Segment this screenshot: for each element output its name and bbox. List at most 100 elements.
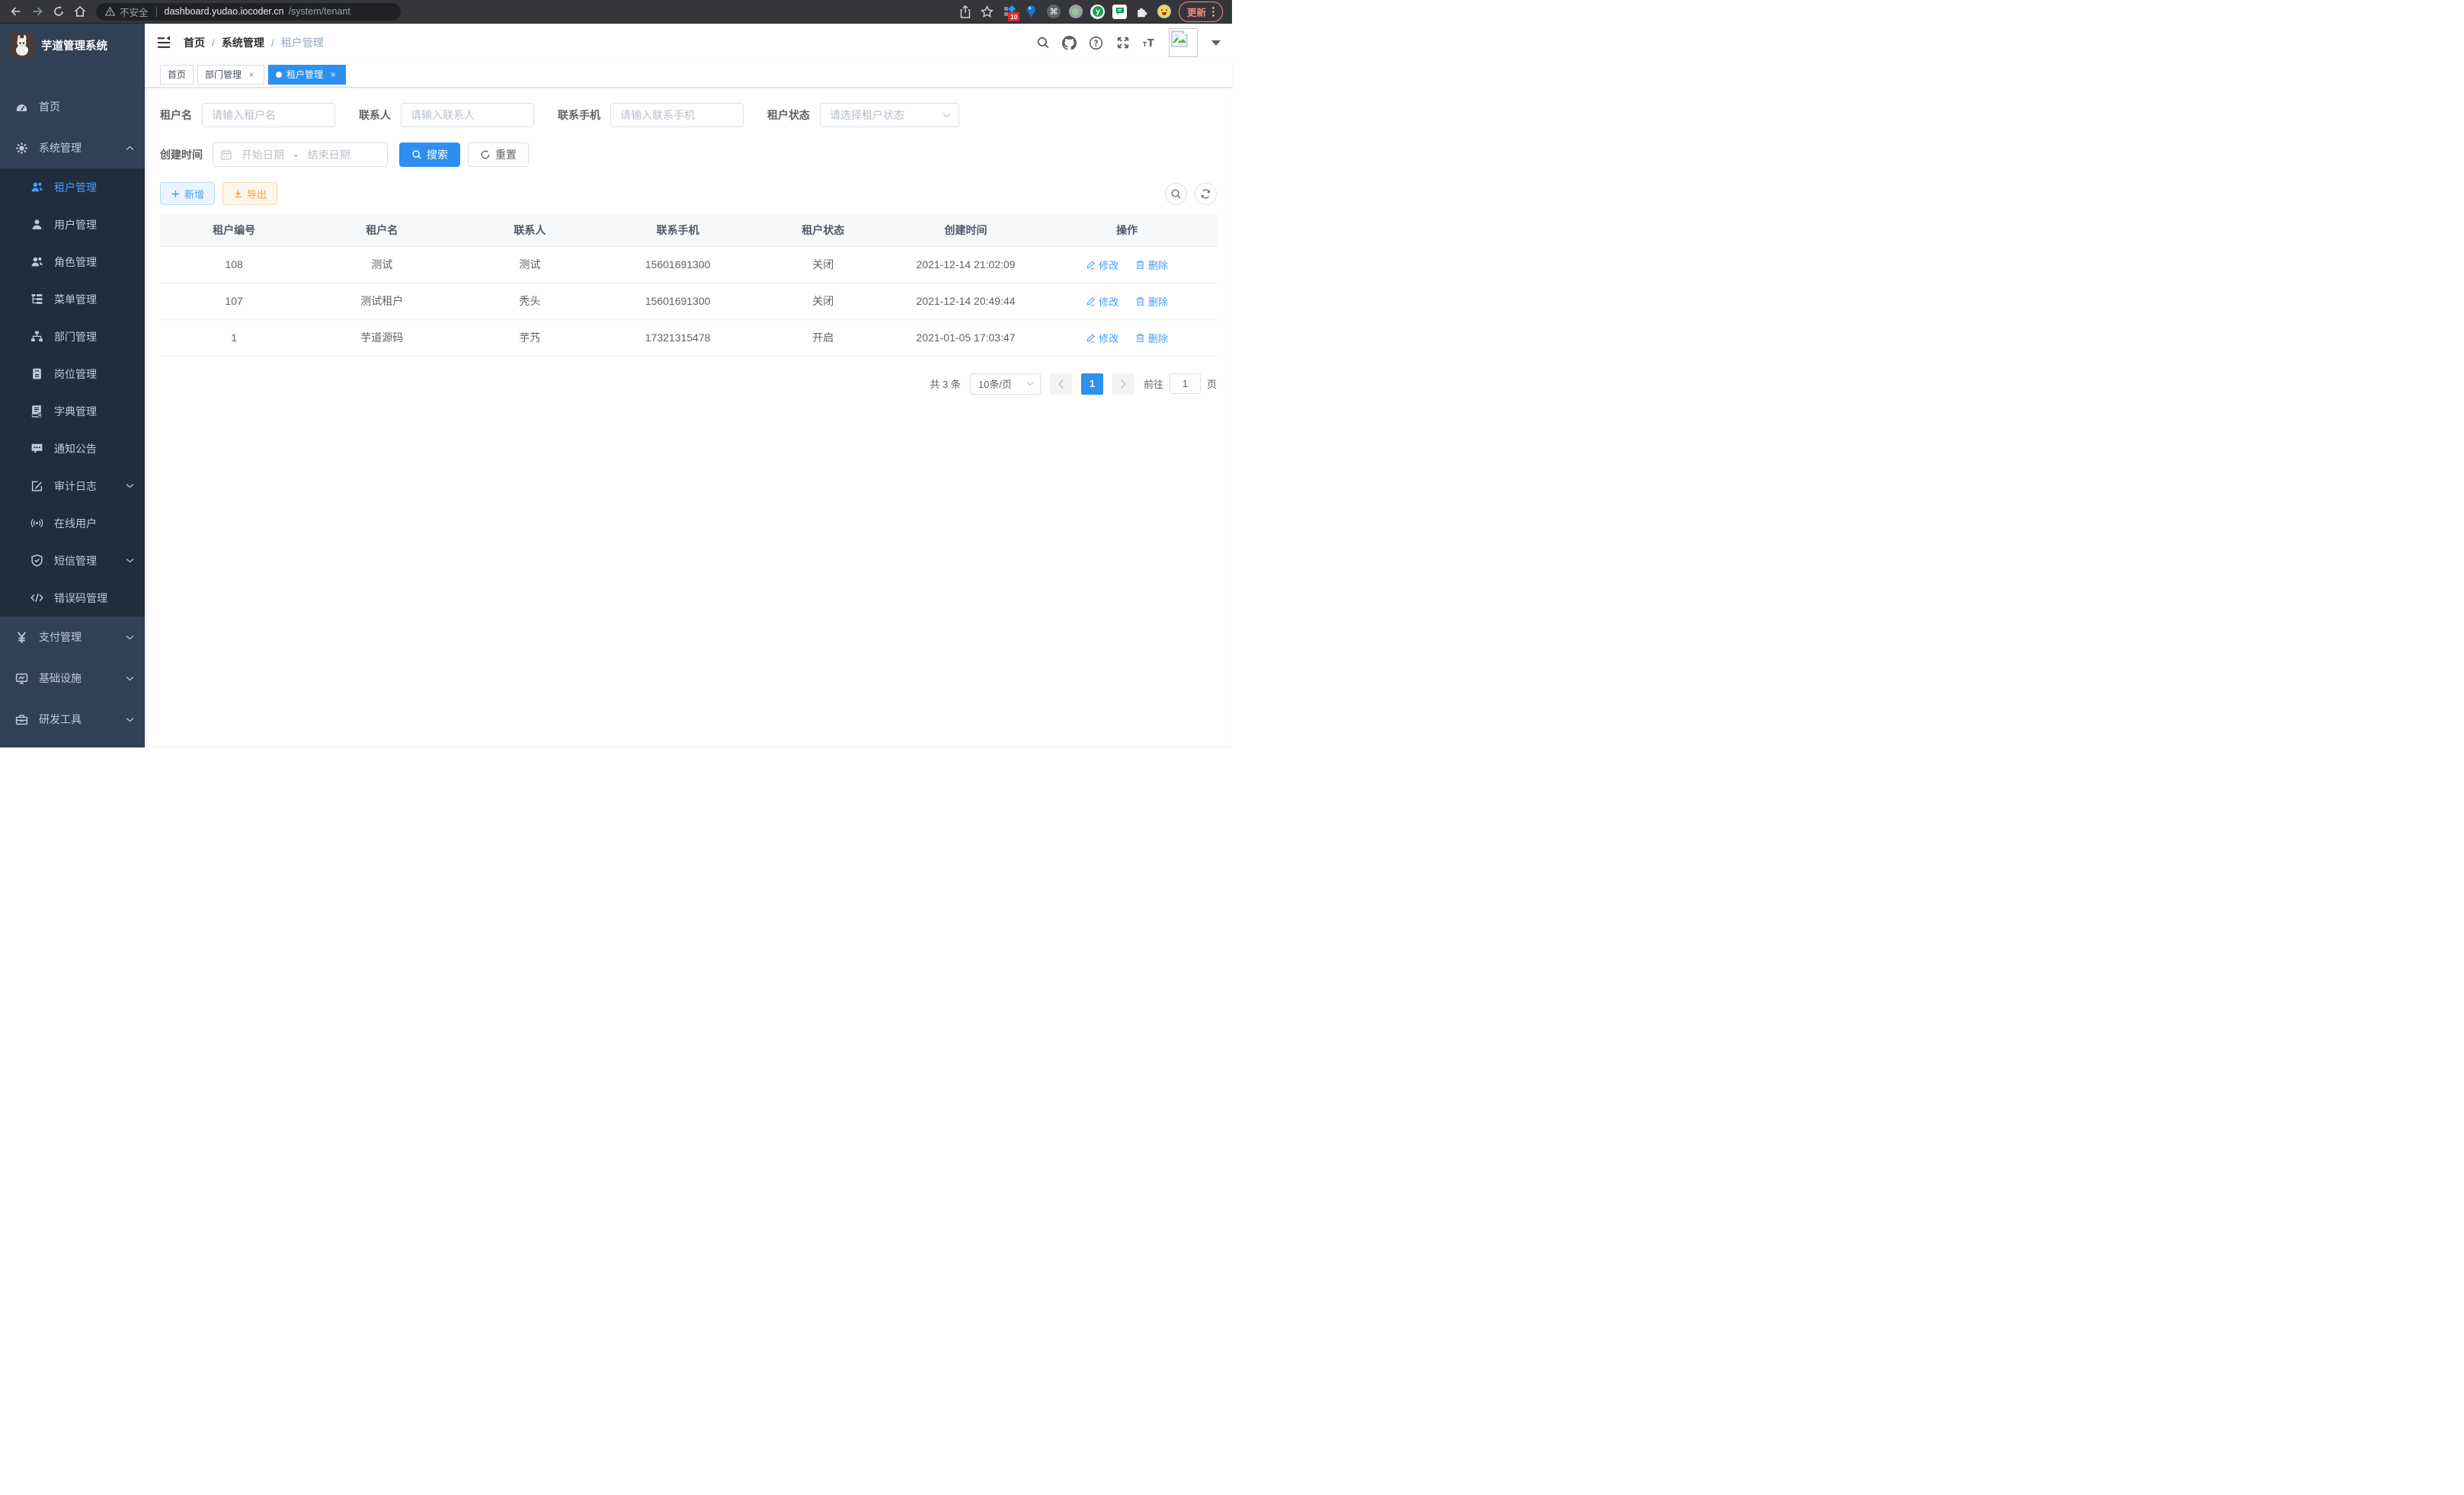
sidebar-item-dict[interactable]: 字典管理 (0, 392, 145, 430)
status-select[interactable]: 请选择租户状态 (820, 103, 959, 127)
browser-home-button[interactable] (70, 2, 90, 21)
gear-icon (15, 142, 28, 155)
delete-link[interactable]: 删除 (1135, 331, 1168, 345)
tenant-name-input[interactable] (202, 103, 335, 127)
browser-menu-kebab-icon[interactable] (1212, 7, 1214, 17)
chevron-down-icon (126, 483, 134, 488)
sidebar-item-notice[interactable]: 通知公告 (0, 430, 145, 467)
github-icon[interactable] (1062, 36, 1077, 50)
col-status: 租户状态 (752, 214, 894, 246)
active-tab-dot (276, 72, 282, 78)
security-label[interactable]: 不安全 (120, 5, 149, 19)
browser-reload-button[interactable] (49, 2, 69, 21)
browser-update-button[interactable]: 更新 (1179, 2, 1223, 22)
tab-dept[interactable]: 部门管理 × (197, 65, 264, 85)
search-button[interactable]: 搜索 (399, 142, 460, 167)
sidebar-item-error-code[interactable]: 错误码管理 (0, 579, 145, 616)
extension-chat-icon[interactable] (1112, 4, 1128, 19)
edit-link[interactable]: 修改 (1086, 294, 1118, 309)
status-label: 租户状态 (767, 107, 810, 123)
next-page-button[interactable] (1112, 373, 1134, 395)
sidebar-item-menu[interactable]: 菜单管理 (0, 280, 145, 318)
sidebar-item-payment[interactable]: 支付管理 (0, 616, 145, 658)
export-button[interactable]: 导出 (222, 182, 277, 205)
breadcrumb: 首页 / 系统管理 / 租户管理 (184, 35, 324, 50)
error-code-icon (30, 591, 43, 604)
online-user-icon (30, 517, 43, 530)
col-contact: 联系人 (456, 214, 603, 246)
extension-emoji-icon[interactable] (1157, 4, 1172, 19)
select-chevron-icon (942, 113, 951, 118)
edit-pencil-icon (1086, 296, 1096, 306)
page-size-select[interactable]: 10条/页 (970, 373, 1041, 395)
fullscreen-icon[interactable] (1115, 36, 1130, 50)
url-divider (156, 7, 157, 17)
sidebar-item-dept[interactable]: 部门管理 (0, 318, 145, 355)
edit-pencil-icon (1086, 260, 1096, 270)
edit-link[interactable]: 修改 (1086, 258, 1118, 272)
extensions-puzzle-icon[interactable] (1134, 4, 1150, 19)
tab-home[interactable]: 首页 (160, 65, 194, 85)
page-number-1[interactable]: 1 (1081, 373, 1103, 395)
contact-label: 联系人 (359, 107, 391, 123)
extension-balloon-icon[interactable] (1024, 4, 1039, 19)
breadcrumb-home[interactable]: 首页 (184, 35, 205, 50)
sidebar-item-user[interactable]: 用户管理 (0, 206, 145, 243)
user-avatar[interactable] (1169, 28, 1198, 57)
trash-icon (1135, 296, 1145, 306)
tab-close-icon[interactable]: × (246, 69, 257, 80)
dashboard-icon (15, 101, 28, 114)
sidebar-toggle-hamburger-icon[interactable] (156, 35, 171, 50)
roles-icon (30, 255, 43, 268)
sidebar-item-sms[interactable]: 短信管理 (0, 542, 145, 579)
extension-blue-diamond-icon[interactable]: 10 (1002, 4, 1017, 19)
col-created: 创建时间 (894, 214, 1037, 246)
sidebar-item-audit-log[interactable]: 审计日志 (0, 467, 145, 504)
goto-unit: 页 (1207, 376, 1217, 391)
edit-link[interactable]: 修改 (1086, 331, 1118, 345)
extension-green-dot-icon[interactable] (1068, 4, 1083, 19)
extension-badge: 10 (1008, 12, 1019, 22)
calendar-icon (221, 149, 232, 160)
reset-button[interactable]: 重置 (468, 142, 529, 167)
svg-text:T: T (1147, 38, 1154, 50)
header-search-icon[interactable] (1035, 36, 1050, 50)
sidebar-item-system[interactable]: 系统管理 (0, 127, 145, 168)
start-date-input[interactable] (236, 149, 290, 161)
refresh-table-button[interactable] (1195, 183, 1217, 205)
infrastructure-icon (15, 672, 28, 685)
tab-close-icon[interactable]: × (328, 69, 338, 80)
address-bar[interactable]: 不安全 dashboard.yudao.iocoder.cn/system/te… (96, 3, 401, 21)
avatar-dropdown-caret-icon[interactable] (1211, 40, 1221, 46)
tab-tenant[interactable]: 租户管理 × (268, 65, 346, 85)
sidebar-item-online-user[interactable]: 在线用户 (0, 504, 145, 542)
delete-link[interactable]: 删除 (1135, 258, 1168, 272)
bookmark-star-icon[interactable] (980, 4, 995, 19)
sidebar-item-tenant[interactable]: 租户管理 (0, 168, 145, 206)
font-size-icon[interactable]: TT (1142, 36, 1157, 50)
sidebar-item-post[interactable]: 岗位管理 (0, 355, 145, 392)
contact-input[interactable] (401, 103, 534, 127)
goto-page-input[interactable] (1170, 373, 1201, 394)
help-doc-icon[interactable]: ? (1089, 36, 1103, 50)
browser-back-button[interactable] (6, 2, 26, 21)
breadcrumb-system[interactable]: 系统管理 (222, 35, 264, 50)
sidebar-item-home[interactable]: 首页 (0, 86, 145, 127)
pagination-total: 共 3 条 (930, 376, 961, 391)
sidebar-item-role[interactable]: 角色管理 (0, 243, 145, 280)
end-date-input[interactable] (302, 149, 356, 161)
sidebar-item-dev-tools[interactable]: 研发工具 (0, 699, 145, 740)
tenant-table: 租户编号 租户名 联系人 联系手机 租户状态 创建时间 操作 108 测试 测试 (160, 214, 1217, 357)
extension-y-icon[interactable]: y (1090, 4, 1106, 19)
share-icon[interactable] (958, 4, 973, 19)
delete-link[interactable]: 删除 (1135, 294, 1168, 309)
mobile-input[interactable] (610, 103, 744, 127)
browser-forward-button[interactable] (27, 2, 47, 21)
browser-toolbar: 不安全 dashboard.yudao.iocoder.cn/system/te… (0, 0, 1232, 24)
toggle-search-button[interactable] (1165, 183, 1187, 205)
create-time-range-picker[interactable]: - (213, 142, 388, 167)
prev-page-button[interactable] (1050, 373, 1072, 395)
add-button[interactable]: 新增 (160, 182, 215, 205)
extension-command-icon[interactable]: ⌘ (1046, 4, 1061, 19)
sidebar-item-infrastructure[interactable]: 基础设施 (0, 658, 145, 699)
